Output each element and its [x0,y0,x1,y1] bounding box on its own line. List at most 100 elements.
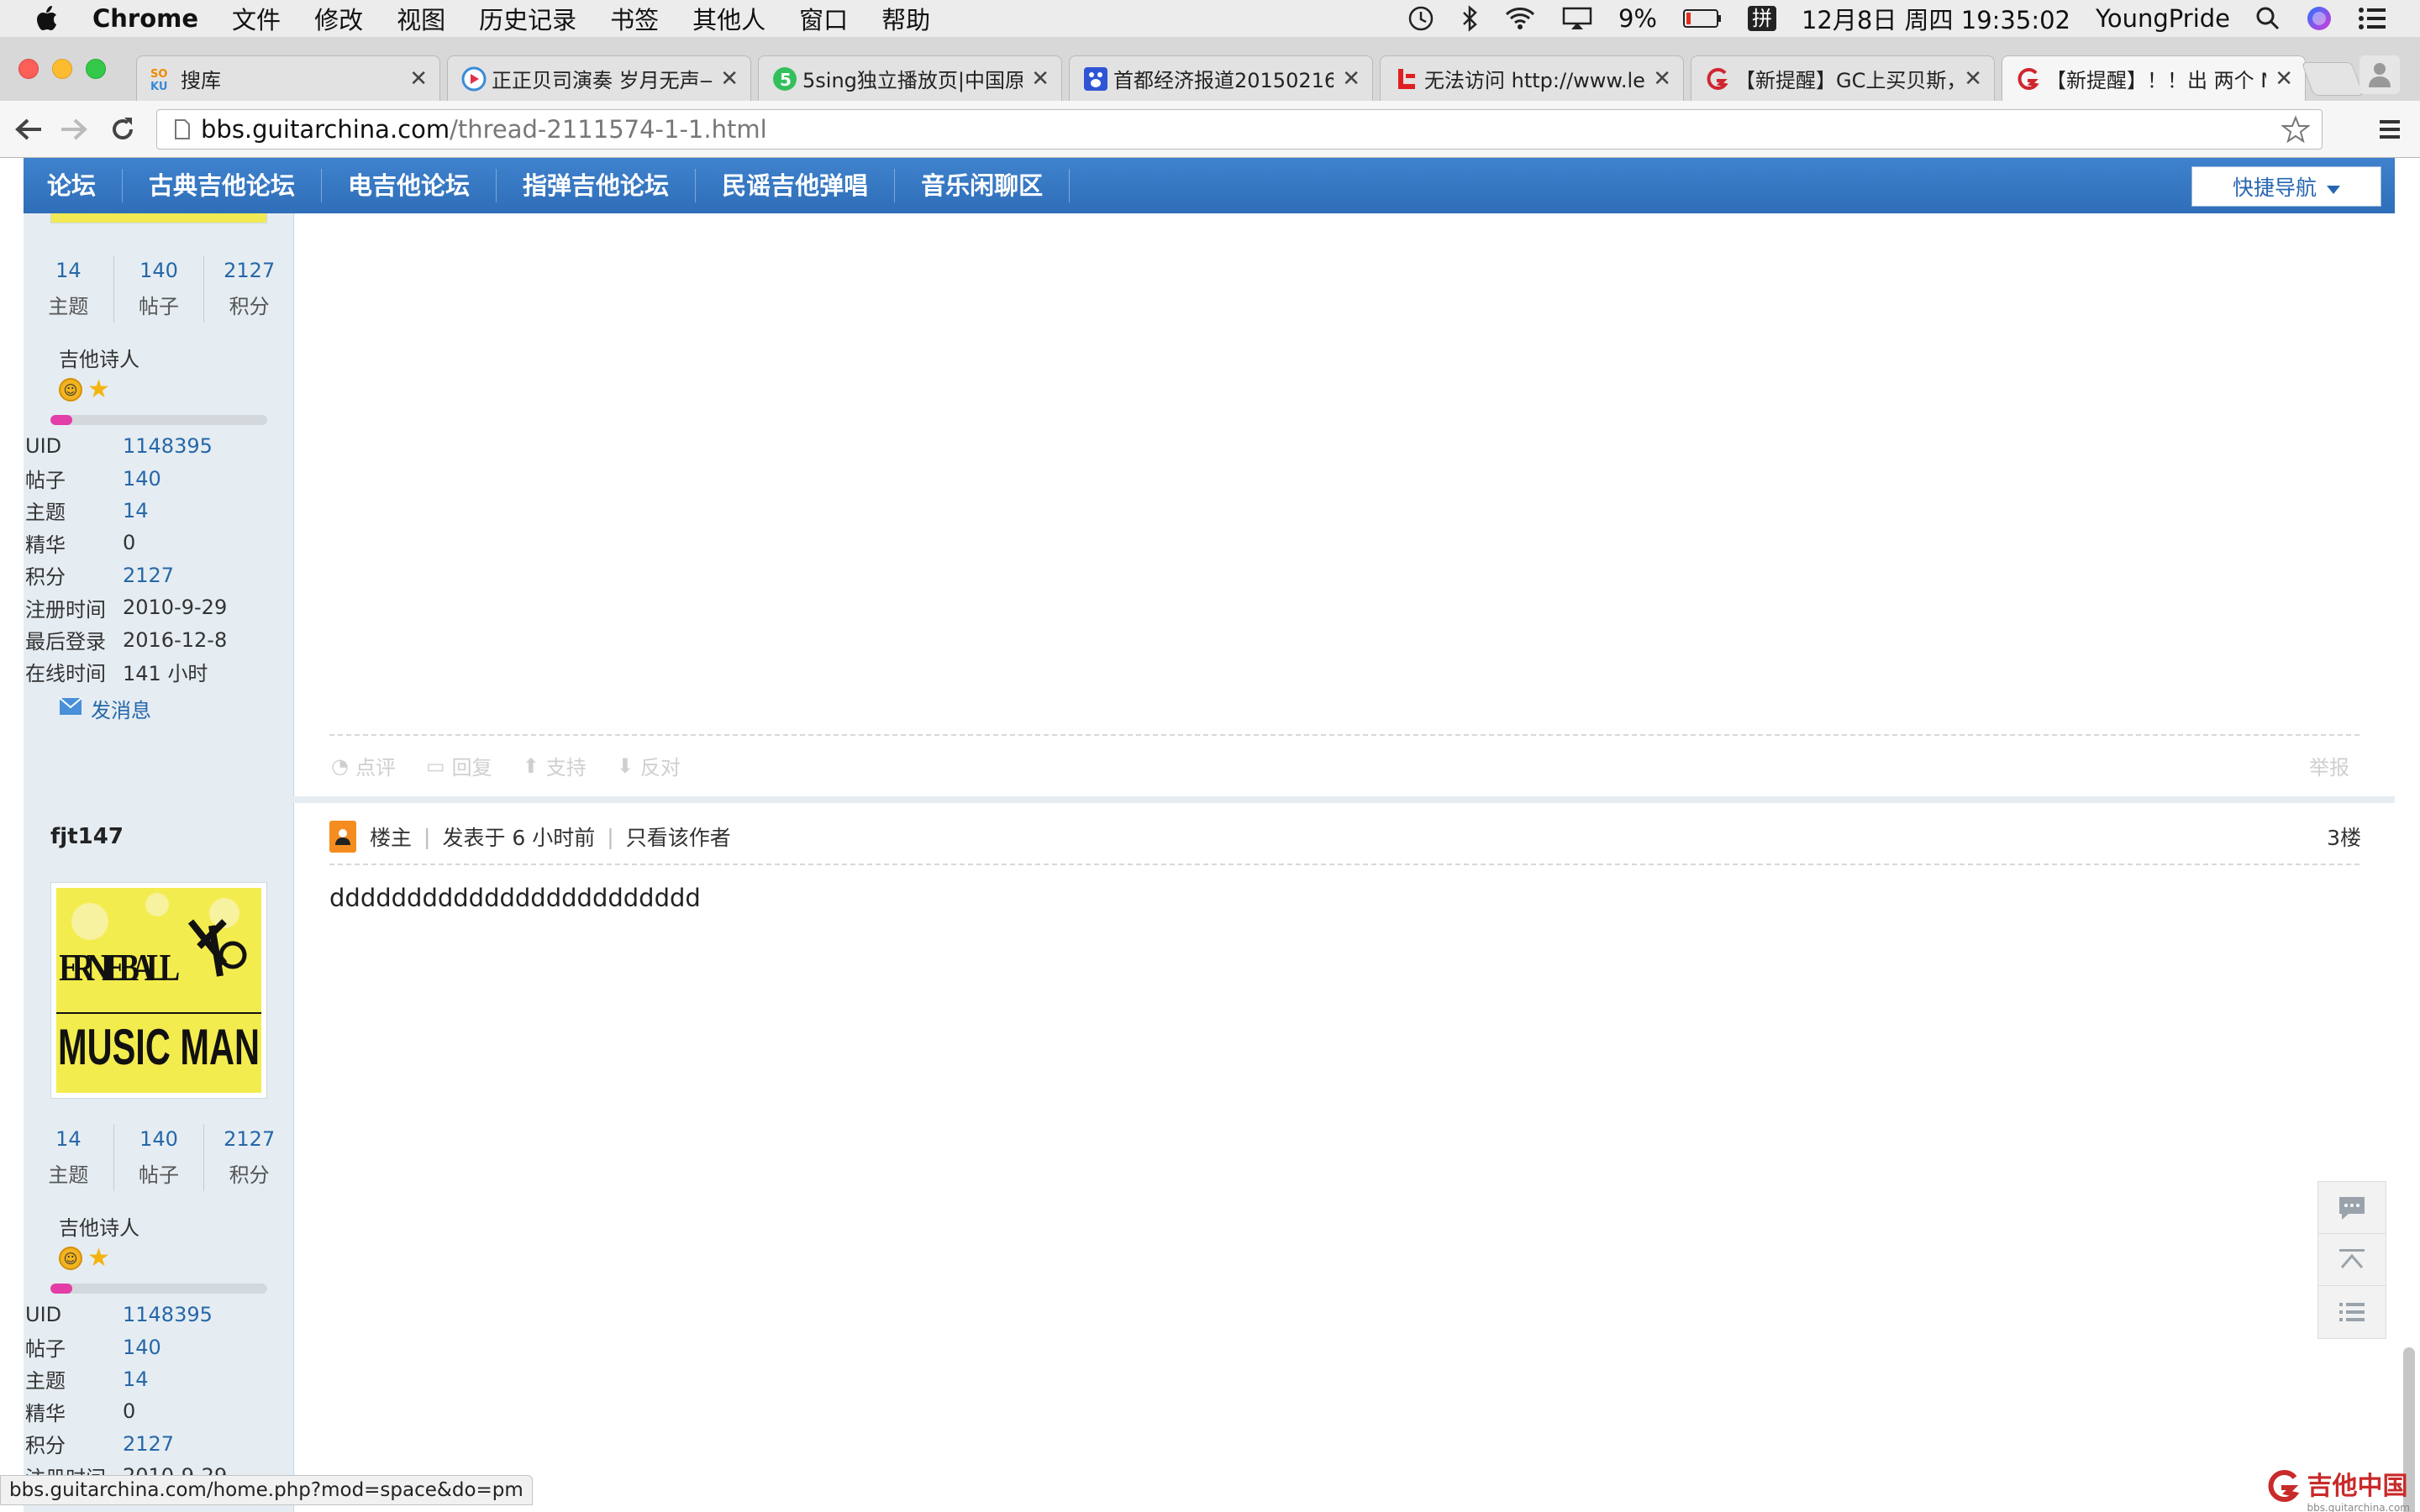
menu-file[interactable]: 文件 [232,1,281,36]
list-view-icon[interactable] [2318,1286,2386,1338]
star-medal-icon[interactable]: ★ [87,377,110,402]
bluetooth-icon[interactable] [1460,4,1479,33]
user-name[interactable]: YoungPride [2096,4,2230,33]
tab-5sing[interactable]: 5 5sing独立播放页|中国原创 ✕ [758,55,1062,101]
window-close-button[interactable] [18,59,39,79]
menu-help[interactable]: 帮助 [881,1,930,36]
tab-gc-bass[interactable]: 【新提醒】GC上买贝斯， ✕ [1691,55,1995,101]
watermark-subtitle: bbs.guitarchina.com [2307,1502,2410,1512]
smiley-medal-icon[interactable]: ☺ [59,378,82,402]
window-zoom-button[interactable] [86,59,106,79]
report-link[interactable]: 举报 [2309,751,2349,780]
back-arrow-icon[interactable] [10,111,47,148]
stat-posts[interactable]: 140 帖子 [114,255,205,323]
input-method-icon[interactable]: 拼 [1747,6,1776,31]
user-rank-title[interactable]: 吉他诗人 [59,1211,139,1241]
info-value[interactable]: 140 [123,467,161,491]
tab-close-icon[interactable]: ✕ [409,66,428,92]
window-minimize-button[interactable] [52,59,72,79]
tab-close-icon[interactable]: ✕ [1342,66,1360,92]
spotlight-search-icon[interactable] [2255,6,2281,31]
siri-icon[interactable] [2306,5,2333,32]
tab-title: 正正贝司演奏 岁月无声— [492,69,713,92]
tab-gc-thread-active[interactable]: 【新提醒】！！出 两个 Mu ✕ [2002,55,2306,101]
info-value[interactable]: 14 [123,1368,149,1391]
send-message-link[interactable]: 发消息 [59,694,151,723]
post-footer-divider [329,734,2360,736]
address-bar[interactable]: bbs.guitarchina.com/thread-2111574-1-1.h… [156,109,2323,150]
stat-threads[interactable]: 14 主题 [24,1124,114,1191]
nav-fingerstyle[interactable]: 指弹吉他论坛 [497,169,697,202]
tab-strip: SO KU 搜库 ✕ 正正贝司演奏 岁月无声— ✕ 5 5sing独立播放页|中国… [0,37,2420,101]
new-tab-button[interactable] [2301,62,2365,96]
back-to-top-icon[interactable] [2318,1234,2386,1286]
apple-icon[interactable] [34,4,62,33]
menu-app-chrome[interactable]: Chrome [92,4,198,33]
smiley-medal-icon[interactable]: ☺ [59,1247,82,1270]
wifi-icon[interactable] [1504,6,1536,31]
airplay-icon[interactable] [1561,6,1593,31]
oppose-action[interactable]: ⬇ 反对 [617,751,681,780]
stat-points[interactable]: 2127 积分 [204,1124,294,1191]
quick-nav-button[interactable]: 快捷导航 [2191,166,2381,207]
nav-classical-guitar[interactable]: 古典吉他论坛 [123,169,323,202]
tab-close-icon[interactable]: ✕ [1964,66,1982,92]
info-value[interactable]: 2127 [123,1432,174,1456]
info-value[interactable]: 2127 [123,564,174,587]
thumbs-up-icon: ⬆ [522,753,539,778]
only-author-link[interactable]: 只看该作者 [626,822,731,852]
battery-icon[interactable] [1682,8,1723,29]
bookmark-star-icon[interactable] [2281,115,2310,144]
info-row-registered: 注册时间 2010-9-29 [25,591,294,623]
info-value[interactable]: 14 [123,499,149,522]
info-value[interactable]: 1148395 [123,434,213,458]
menu-view[interactable]: 视图 [397,1,445,36]
reply-action[interactable]: ▭ 回复 [426,751,492,780]
menu-bookmarks[interactable]: 书签 [610,1,659,36]
tab-soku[interactable]: SO KU 搜库 ✕ [136,55,440,101]
forward-arrow-icon[interactable] [55,111,92,148]
tab-news-report[interactable]: 首都经济报道20150216_ ✕ [1069,55,1373,101]
star-medal-icon[interactable]: ★ [87,1246,110,1271]
clock[interactable]: 12月8日 周四 19:35:02 [1802,1,2070,36]
menu-people[interactable]: 其他人 [692,1,765,36]
post-author-name[interactable]: fjt147 [50,824,124,849]
chrome-menu-icon[interactable] [2371,111,2408,148]
user-rank-title[interactable]: 吉他诗人 [59,343,139,372]
support-action[interactable]: ⬆ 支持 [523,751,587,780]
quick-reply-icon[interactable] [2318,1182,2386,1234]
reload-icon[interactable] [104,111,141,148]
info-value[interactable]: 1148395 [123,1303,213,1326]
stat-points[interactable]: 2127 积分 [204,255,294,323]
menu-window[interactable]: 窗口 [799,1,848,36]
stat-threads[interactable]: 14 主题 [24,255,114,323]
menu-edit[interactable]: 修改 [314,1,363,36]
comment-action[interactable]: ◔ 点评 [331,751,396,780]
profile-icon[interactable] [2360,55,2400,94]
tab-title: 【新提醒】！！出 两个 Mu [2046,69,2267,92]
tab-bass-video[interactable]: 正正贝司演奏 岁月无声— ✕ [447,55,751,101]
info-key: 帖子 [25,469,66,493]
tab-letv-error[interactable]: 无法访问 http://www.le.co ✕ [1380,55,1684,101]
nav-forum-home[interactable]: 论坛 [24,169,124,202]
info-value: 2016-12-8 [123,627,228,652]
nav-music-chat[interactable]: 音乐闲聊区 [895,169,1071,202]
floor-number[interactable]: 3楼 [2327,822,2361,852]
avatar[interactable]: ERNIE BALL MUSIC MAN ERNIE BALL MUSIC MA… [50,882,267,1099]
forum-thread-page: 论坛 古典吉他论坛 电吉他论坛 指弹吉他论坛 民谣吉他弹唱 音乐闲聊区 快捷导航… [24,158,2395,1512]
info-key: 精华 [25,533,66,557]
tab-close-icon[interactable]: ✕ [1653,66,1671,92]
time-machine-icon[interactable] [1407,4,1435,33]
menu-history[interactable]: 历史记录 [479,1,576,36]
nav-electric-guitar[interactable]: 电吉他论坛 [322,169,497,202]
stat-posts[interactable]: 140 帖子 [114,1124,205,1191]
info-row-posts: 帖子 140 [25,462,294,494]
tab-close-icon[interactable]: ✕ [720,66,739,92]
page-info-icon[interactable] [174,118,191,140]
tab-close-icon[interactable]: ✕ [1031,66,1050,92]
nav-folk-guitar[interactable]: 民谣吉他弹唱 [696,169,896,202]
info-value[interactable]: 140 [123,1336,161,1359]
tab-close-icon[interactable]: ✕ [2275,66,2293,92]
notification-center-icon[interactable] [2358,7,2386,30]
tab-title: 首都经济报道20150216_ [1113,69,1334,92]
